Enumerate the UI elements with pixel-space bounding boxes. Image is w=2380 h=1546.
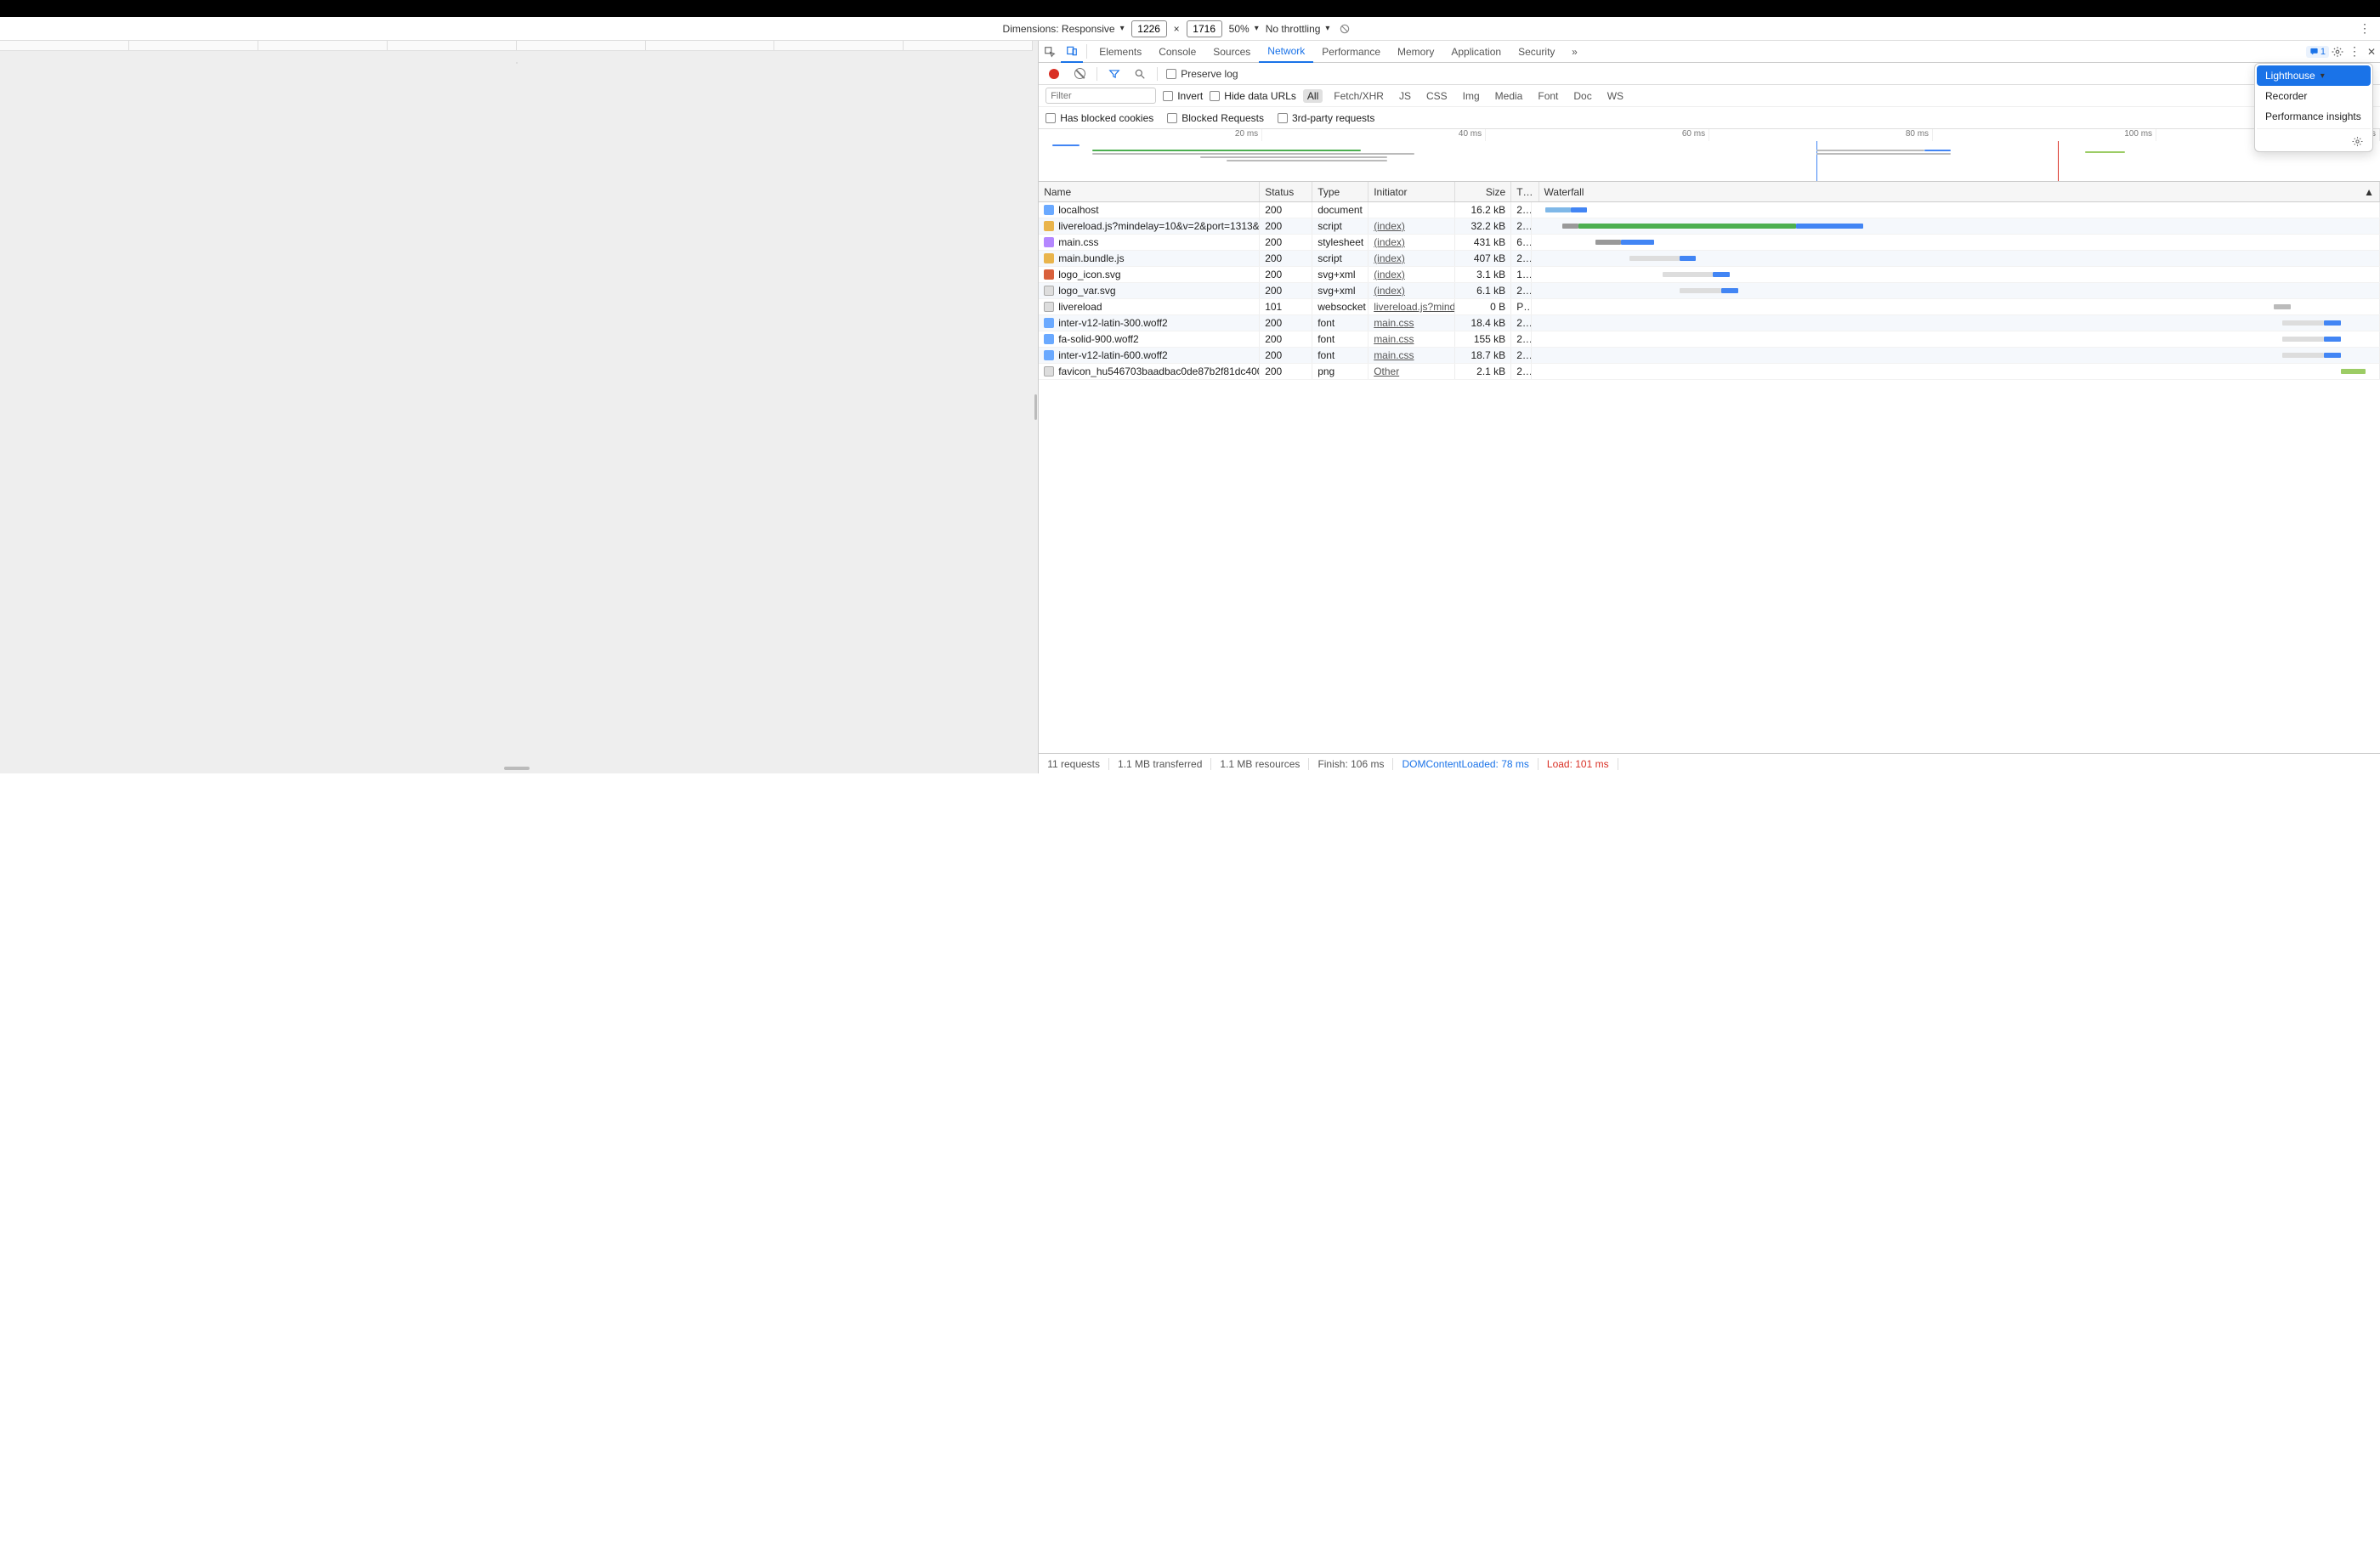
tab-application[interactable]: Application <box>1442 41 1510 62</box>
filter-css[interactable]: CSS <box>1422 89 1452 103</box>
sb-dcl: DOMContentLoaded: 78 ms <box>1393 758 1538 770</box>
network-toolbar: Preserve log <box>1039 63 2380 85</box>
sb-load: Load: 101 ms <box>1538 758 1618 770</box>
col-type[interactable]: Type <box>1312 182 1368 201</box>
table-row[interactable]: logo_var.svg 200 svg+xml (index) 6.1 kB … <box>1039 283 2380 299</box>
tabs-overflow-icon[interactable]: » <box>1563 41 1585 62</box>
sb-transferred: 1.1 MB transferred <box>1109 758 1211 770</box>
overflow-gear-icon[interactable] <box>2349 133 2366 150</box>
device-mode-icon[interactable] <box>1061 41 1083 63</box>
third-party-checkbox[interactable]: 3rd-party requests <box>1278 112 1374 124</box>
tl-tick-0: 20 ms <box>1039 129 1262 141</box>
blocked-req-label: Blocked Requests <box>1182 112 1264 124</box>
invert-label: Invert <box>1177 90 1203 102</box>
throttling-select[interactable]: No throttling <box>1266 23 1330 35</box>
filter-doc[interactable]: Doc <box>1569 89 1595 103</box>
blocked-cookies-label: Has blocked cookies <box>1060 112 1153 124</box>
filter-icon[interactable] <box>1106 65 1123 82</box>
table-row[interactable]: main.css 200 stylesheet (index) 431 kB 6… <box>1039 235 2380 251</box>
table-row[interactable]: logo_icon.svg 200 svg+xml (index) 3.1 kB… <box>1039 267 2380 283</box>
tl-tick-1: 40 ms <box>1262 129 1486 141</box>
timeline-overview[interactable]: 20 ms 40 ms 60 ms 80 ms 100 ms 120 ms <box>1039 129 2380 182</box>
dimensions-select[interactable]: Dimensions: Responsive <box>1003 23 1125 35</box>
tab-sources[interactable]: Sources <box>1204 41 1259 62</box>
blocked-cookies-checkbox[interactable]: Has blocked cookies <box>1046 112 1153 124</box>
preserve-log-checkbox[interactable]: Preserve log <box>1166 68 1238 80</box>
inspect-icon[interactable] <box>1039 41 1061 62</box>
device-toolbar: Dimensions: Responsive × 50% No throttli… <box>0 17 2380 41</box>
filter-row: Invert Hide data URLs All Fetch/XHR JS C… <box>1039 85 2380 107</box>
messages-badge[interactable]: 1 <box>2306 46 2329 58</box>
search-icon[interactable] <box>1131 65 1148 82</box>
record-icon[interactable] <box>1046 65 1062 82</box>
table-row[interactable]: localhost 200 document 16.2 kB 2… <box>1039 202 2380 218</box>
table-row[interactable]: inter-v12-latin-300.woff2 200 font main.… <box>1039 315 2380 331</box>
col-size[interactable]: Size <box>1455 182 1511 201</box>
preserve-log-label: Preserve log <box>1181 68 1238 80</box>
tab-elements[interactable]: Elements <box>1091 41 1150 62</box>
third-party-label: 3rd-party requests <box>1292 112 1374 124</box>
table-row[interactable]: fa-solid-900.woff2 200 font main.css 155… <box>1039 331 2380 348</box>
filter-input[interactable] <box>1046 88 1156 104</box>
table-row[interactable]: livereload.js?mindelay=10&v=2&port=1313&… <box>1039 218 2380 235</box>
devtools-menu-icon[interactable]: ⋮ <box>2346 43 2363 60</box>
width-input[interactable] <box>1131 20 1167 37</box>
filter-img[interactable]: Img <box>1459 89 1484 103</box>
window-titlebar <box>0 0 2380 17</box>
blocked-requests-checkbox[interactable]: Blocked Requests <box>1167 112 1264 124</box>
filter-all[interactable]: All <box>1303 89 1323 103</box>
tab-network[interactable]: Network <box>1259 41 1313 63</box>
rotate-icon[interactable] <box>1336 20 1353 37</box>
sb-resources: 1.1 MB resources <box>1211 758 1309 770</box>
invert-checkbox[interactable]: Invert <box>1163 90 1203 102</box>
tl-tick-2: 60 ms <box>1486 129 1709 141</box>
hide-data-label: Hide data URLs <box>1224 90 1296 102</box>
tab-memory[interactable]: Memory <box>1389 41 1442 62</box>
tabs-overflow-menu: Lighthouse Recorder Performance insights <box>2254 63 2373 152</box>
col-initiator[interactable]: Initiator <box>1368 182 1455 201</box>
status-bar: 11 requests 1.1 MB transferred 1.1 MB re… <box>1039 753 2380 773</box>
table-row[interactable]: inter-v12-latin-600.woff2 200 font main.… <box>1039 348 2380 364</box>
zoom-select[interactable]: 50% <box>1229 23 1259 35</box>
ruler <box>0 41 1033 51</box>
dimensions-x: × <box>1174 23 1180 35</box>
table-row[interactable]: main.bundle.js 200 script (index) 407 kB… <box>1039 251 2380 267</box>
filter-media[interactable]: Media <box>1491 89 1527 103</box>
tl-tick-3: 80 ms <box>1709 129 1933 141</box>
filter-fetch[interactable]: Fetch/XHR <box>1329 89 1388 103</box>
devtools-tabs: Elements Console Sources Network Perform… <box>1039 41 2380 63</box>
col-status[interactable]: Status <box>1260 182 1312 201</box>
blocked-row: Has blocked cookies Blocked Requests 3rd… <box>1039 107 2380 129</box>
table-header[interactable]: Name Status Type Initiator Size T… Water… <box>1039 182 2380 202</box>
tl-tick-4: 100 ms <box>1933 129 2156 141</box>
tab-console[interactable]: Console <box>1150 41 1204 62</box>
tab-security[interactable]: Security <box>1510 41 1563 62</box>
height-input[interactable] <box>1187 20 1222 37</box>
col-waterfall[interactable]: Waterfall▲ <box>1539 182 2380 201</box>
tab-performance[interactable]: Performance <box>1313 41 1389 62</box>
clear-icon[interactable] <box>1071 65 1088 82</box>
col-name[interactable]: Name <box>1039 182 1260 201</box>
devtools-pane: Elements Console Sources Network Perform… <box>1038 41 2380 773</box>
sb-finish: Finish: 106 ms <box>1309 758 1393 770</box>
hide-data-urls-checkbox[interactable]: Hide data URLs <box>1210 90 1296 102</box>
menu-item-lighthouse[interactable]: Lighthouse <box>2257 65 2371 86</box>
table-row[interactable]: livereload 101 websocket livereload.js?m… <box>1039 299 2380 315</box>
resize-handle-bottom[interactable] <box>504 767 530 770</box>
menu-item-recorder[interactable]: Recorder <box>2257 86 2371 106</box>
table-row[interactable]: favicon_hu546703baadbac0de87b2f81dc4001…… <box>1039 364 2380 380</box>
device-preview-pane: Search this site... Ctrl + / About Docs … <box>0 41 1033 773</box>
filter-ws[interactable]: WS <box>1603 89 1628 103</box>
settings-gear-icon[interactable] <box>2329 43 2346 60</box>
menu-item-perf-insights[interactable]: Performance insights <box>2257 106 2371 127</box>
filter-js[interactable]: JS <box>1395 89 1415 103</box>
messages-count: 1 <box>2320 47 2326 57</box>
close-devtools-icon[interactable]: ✕ <box>2363 43 2380 60</box>
sb-requests: 11 requests <box>1039 758 1109 770</box>
network-table: Name Status Type Initiator Size T… Water… <box>1039 182 2380 753</box>
device-menu-icon[interactable]: ⋮ <box>2356 20 2373 37</box>
col-time[interactable]: T… <box>1511 182 1538 201</box>
filter-font[interactable]: Font <box>1533 89 1562 103</box>
